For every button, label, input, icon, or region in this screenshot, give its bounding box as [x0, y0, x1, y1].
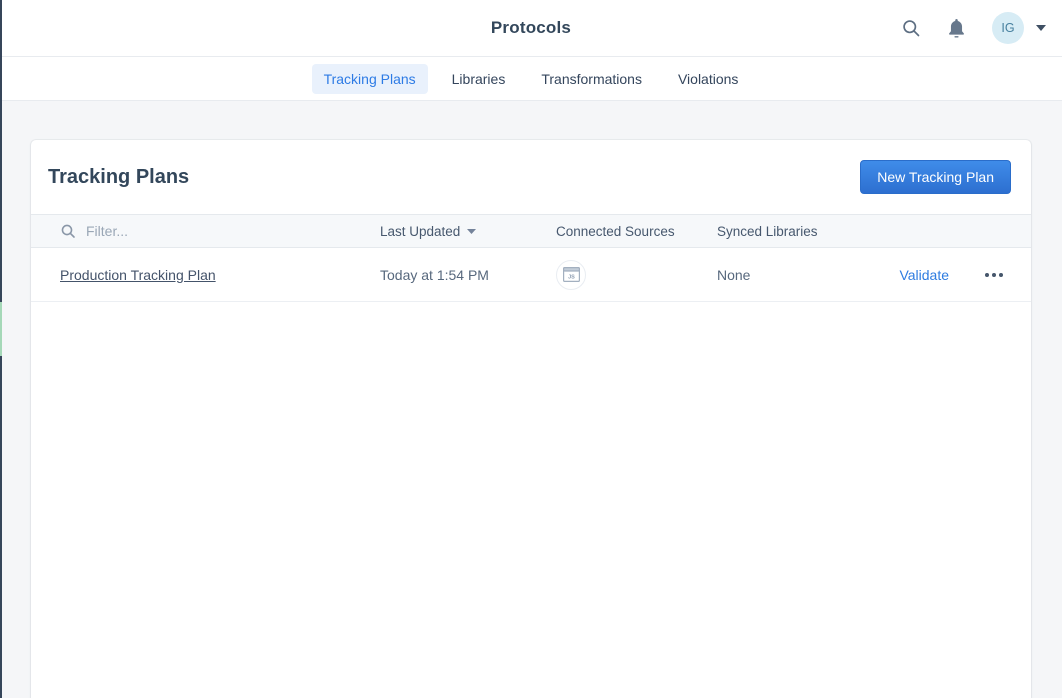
tab-bar: Tracking Plans Libraries Transformations…: [0, 57, 1062, 101]
last-updated-value: Today at 1:54 PM: [380, 267, 556, 283]
tab-tracking-plans[interactable]: Tracking Plans: [312, 64, 428, 94]
background-sidebar-edge-highlight: [0, 302, 2, 356]
avatar[interactable]: IG: [992, 12, 1024, 44]
sort-caret-icon: [467, 229, 476, 234]
card-header: Tracking Plans New Tracking Plan: [31, 140, 1031, 214]
synced-libraries-value: None: [717, 267, 882, 283]
column-header-last-updated[interactable]: Last Updated: [380, 224, 556, 239]
source-badge-label: JS: [568, 275, 575, 281]
tracking-plan-link[interactable]: Production Tracking Plan: [60, 267, 216, 283]
more-options-icon[interactable]: [983, 269, 1005, 281]
column-header-connected-sources: Connected Sources: [556, 224, 717, 239]
column-label: Last Updated: [380, 224, 460, 239]
new-tracking-plan-button[interactable]: New Tracking Plan: [860, 160, 1011, 194]
javascript-source-icon[interactable]: JS: [556, 260, 586, 290]
table-row: Production Tracking Plan Today at 1:54 P…: [31, 248, 1031, 302]
search-icon: [901, 18, 921, 38]
app-header: Protocols IG: [0, 0, 1062, 57]
background-sidebar-edge: [0, 0, 2, 698]
filter-input[interactable]: [86, 223, 306, 239]
filter-search-icon: [60, 223, 76, 239]
validate-link[interactable]: Validate: [899, 267, 949, 283]
caret-down-icon[interactable]: [1036, 25, 1046, 31]
notifications-button[interactable]: [947, 18, 966, 39]
account-menu[interactable]: IG: [992, 12, 1046, 44]
tracking-plans-card: Tracking Plans New Tracking Plan Last Up…: [31, 140, 1031, 698]
header-actions: IG: [901, 0, 1046, 56]
row-actions: Validate: [882, 267, 1031, 283]
tab-violations[interactable]: Violations: [666, 64, 750, 94]
search-button[interactable]: [901, 18, 921, 38]
filter-cell: [60, 223, 380, 239]
card-title: Tracking Plans: [48, 166, 189, 189]
tab-libraries[interactable]: Libraries: [440, 64, 518, 94]
bell-icon: [947, 18, 966, 39]
tab-transformations[interactable]: Transformations: [529, 64, 654, 94]
column-header-synced-libraries: Synced Libraries: [717, 224, 882, 239]
table-header: Last Updated Connected Sources Synced Li…: [31, 214, 1031, 248]
